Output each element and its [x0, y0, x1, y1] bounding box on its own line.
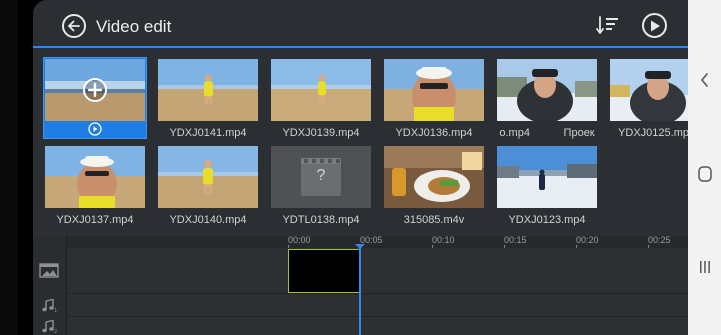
media-thumbnail [497, 146, 597, 208]
media-filename: YDXJ0137.mp4 [56, 214, 134, 226]
header-bar: Video edit [33, 0, 688, 48]
video-edit-app: Video edit YDXJ0141.mp4 YDXJ0139.mp4 YDX… [33, 0, 688, 335]
media-thumbnail [384, 59, 484, 121]
media-filename: YDXJ0136.mp4 [395, 127, 473, 139]
media-tile[interactable]: ? YDTL0138.mp4 [271, 146, 371, 228]
tick-label: 00:20 [576, 235, 599, 245]
media-filename: YDXJ0123.mp4 [508, 214, 586, 226]
tick-label: 00:25 [648, 235, 671, 245]
left-edge [0, 0, 18, 335]
media-filename: YDTL0138.mp4 [282, 214, 360, 226]
video-track[interactable] [66, 248, 688, 294]
tick-label: 00:10 [432, 235, 455, 245]
media-tile[interactable]: YDXJ0139.mp4 [271, 59, 371, 144]
screen: Video edit YDXJ0141.mp4 YDXJ0139.mp4 YDX… [0, 0, 721, 335]
tick-label: 00:15 [504, 235, 527, 245]
media-thumbnail [497, 59, 597, 121]
media-filename: YDXJ0139.mp4 [282, 127, 360, 139]
media-tile[interactable]: YDXJ0123.mp4 [497, 146, 597, 228]
play-icon [651, 20, 660, 32]
media-thumbnail [271, 59, 371, 121]
audio-track-2[interactable] [66, 317, 688, 335]
media-tile[interactable]: o.mp4 Проек [497, 59, 597, 144]
missing-media-placeholder: ? [316, 167, 326, 184]
play-icon [88, 122, 102, 136]
media-tile[interactable]: 315085.m4v [384, 146, 484, 228]
home-icon[interactable] [697, 165, 713, 183]
image-track-icon [39, 263, 59, 278]
page-title: Video edit [96, 17, 172, 36]
timeline-clip[interactable] [288, 249, 360, 293]
time-ruler: 00:00 00:05 00:10 00:15 00:20 00:25 [285, 235, 688, 248]
track-labels: 1 2 [33, 236, 67, 335]
media-thumbnail [610, 59, 688, 121]
media-filename: YDXJ0125.mp [618, 127, 688, 139]
media-tile[interactable]: YDXJ0125.mp [610, 59, 688, 144]
back-button[interactable] [62, 14, 86, 38]
music-track-2-icon: 2 [42, 320, 57, 334]
timeline[interactable]: 00:00 00:05 00:10 00:15 00:20 00:25 1 2 [33, 235, 688, 335]
music-track-1-icon: 1 [42, 299, 57, 313]
tick-label: 00:00 [288, 235, 311, 245]
media-thumbnail: ? [271, 146, 371, 208]
svg-text:2: 2 [54, 329, 57, 334]
recents-icon[interactable] [698, 259, 712, 275]
sort-icon [596, 16, 618, 34]
plus-icon [83, 78, 107, 102]
media-tile-selected[interactable] [43, 57, 147, 139]
sort-button[interactable] [596, 15, 620, 37]
media-grid: YDXJ0141.mp4 YDXJ0139.mp4 YDXJ0136.mp4 o… [33, 48, 688, 236]
media-thumbnail [45, 146, 145, 208]
media-tile[interactable]: YDXJ0136.mp4 [384, 59, 484, 144]
media-filename: YDXJ0140.mp4 [169, 214, 247, 226]
preview-play-button[interactable] [642, 13, 667, 38]
media-tile[interactable]: YDXJ0140.mp4 [158, 146, 258, 228]
media-thumbnail [158, 146, 258, 208]
media-thumbnail [158, 59, 258, 121]
media-thumbnail [384, 146, 484, 208]
svg-text:1: 1 [54, 308, 57, 313]
media-tile[interactable]: YDXJ0137.mp4 [45, 146, 145, 228]
media-filename: 315085.m4v [403, 214, 465, 226]
system-navigation-bar [688, 0, 721, 335]
media-filename: o.mp4 Проек [499, 127, 595, 139]
media-filename: YDXJ0141.mp4 [169, 127, 247, 139]
chevron-left-icon[interactable] [699, 72, 711, 88]
audio-track-1[interactable] [66, 294, 688, 317]
arrow-left-icon [68, 20, 80, 32]
media-tile[interactable]: YDXJ0141.mp4 [158, 59, 258, 144]
playhead[interactable] [359, 245, 361, 335]
